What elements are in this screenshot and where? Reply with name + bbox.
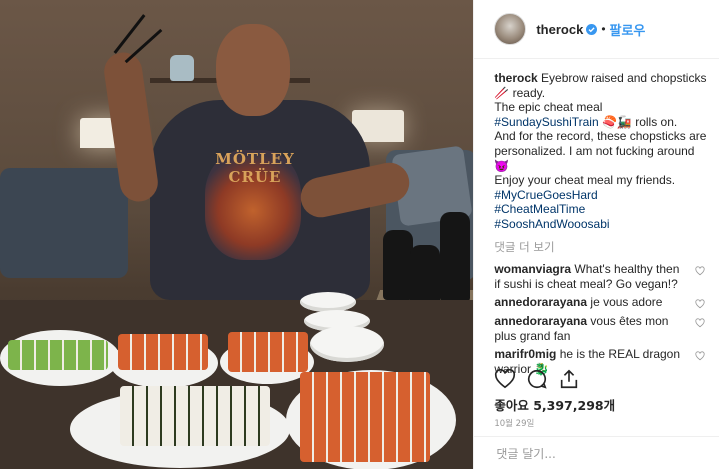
comment-text: je vous adore [590, 295, 663, 310]
small-heart-icon[interactable] [695, 351, 705, 361]
photo-chess-piece [383, 230, 413, 300]
hashtag-link[interactable]: #SooshAndWooosabi [494, 217, 609, 231]
share-icon[interactable] [558, 368, 580, 390]
avatar[interactable] [494, 13, 527, 45]
photo-sushi-roll [118, 334, 208, 370]
small-heart-icon[interactable] [695, 299, 705, 309]
comment-username[interactable]: annedorarayana [494, 295, 587, 309]
hashtag-link[interactable]: #MyCrueGoesHard [494, 188, 597, 202]
follow-button[interactable]: 팔로우 [610, 20, 646, 39]
post-photo[interactable]: MÖTLEY CRÜE [0, 0, 474, 469]
small-heart-icon[interactable] [695, 318, 705, 328]
photo-chess-piece [410, 245, 440, 307]
photo-bowl [300, 292, 356, 312]
caption-line-4: Enjoy your cheat meal my friends. [494, 173, 676, 188]
view-more-comments-button[interactable]: 댓글 더 보기 [494, 240, 707, 255]
caption-line-2-pre: The epic cheat meal [494, 100, 603, 115]
photo-bowl [310, 326, 384, 362]
instagram-post: MÖTLEY CRÜE therock • 팔로우 therock Eyebro… [0, 0, 719, 469]
action-bar [474, 364, 719, 394]
comment-username[interactable]: marifr0mig [494, 347, 556, 361]
verified-badge-icon [586, 23, 598, 35]
photo-sushi-roll [228, 332, 308, 372]
photo-sushi-roll [120, 386, 270, 446]
caption: therock Eyebrow raised and chopsticks 🥢 … [494, 71, 707, 232]
photo-shirt-text: MÖTLEY CRÜE [215, 150, 295, 186]
heart-icon[interactable] [494, 368, 516, 390]
likes-label: 좋아요 [494, 398, 529, 413]
post-side-panel: therock • 팔로우 therock Eyebrow raised and… [473, 0, 719, 469]
comment-item: womanviagra What's healthy then if sushi… [494, 262, 707, 291]
comment-username[interactable]: womanviagra [494, 262, 571, 276]
photo-person-head [216, 24, 290, 116]
caption-line-3: And for the record, these chopsticks are… [494, 129, 707, 173]
comment-icon[interactable] [526, 368, 548, 390]
header-username[interactable]: therock [536, 22, 583, 37]
photo-sofa-left [0, 168, 128, 278]
photo-sushi-roll [300, 372, 430, 462]
comment-username[interactable]: annedorarayana [494, 314, 587, 328]
photo-chess-piece [440, 212, 470, 302]
comment-item: annedorarayana vous êtes mon plus grand … [494, 314, 707, 343]
hashtag-link[interactable]: #SundaySushiTrain [494, 115, 598, 129]
small-heart-icon[interactable] [695, 266, 705, 276]
photo-sushi-roll [8, 340, 108, 370]
caption-username[interactable]: therock [494, 71, 537, 85]
add-comment-input[interactable] [494, 446, 699, 462]
comment-item: annedorarayana je vous adore [494, 295, 707, 310]
caption-and-comments: therock Eyebrow raised and chopsticks 🥢 … [474, 59, 719, 376]
likes-count: 5,397,298개 [533, 398, 616, 413]
caption-line-2-post: 🍣🚂 rolls on. [598, 114, 678, 129]
like-count[interactable]: 좋아요 5,397,298개 [494, 395, 615, 414]
hashtag-link[interactable]: #CheatMealTime [494, 202, 585, 216]
post-header: therock • 팔로우 [474, 0, 719, 59]
photo-vase [170, 55, 194, 81]
add-comment-bar [474, 436, 719, 470]
post-date[interactable]: 10월 29일 [494, 417, 534, 429]
header-separator: • [601, 22, 606, 36]
